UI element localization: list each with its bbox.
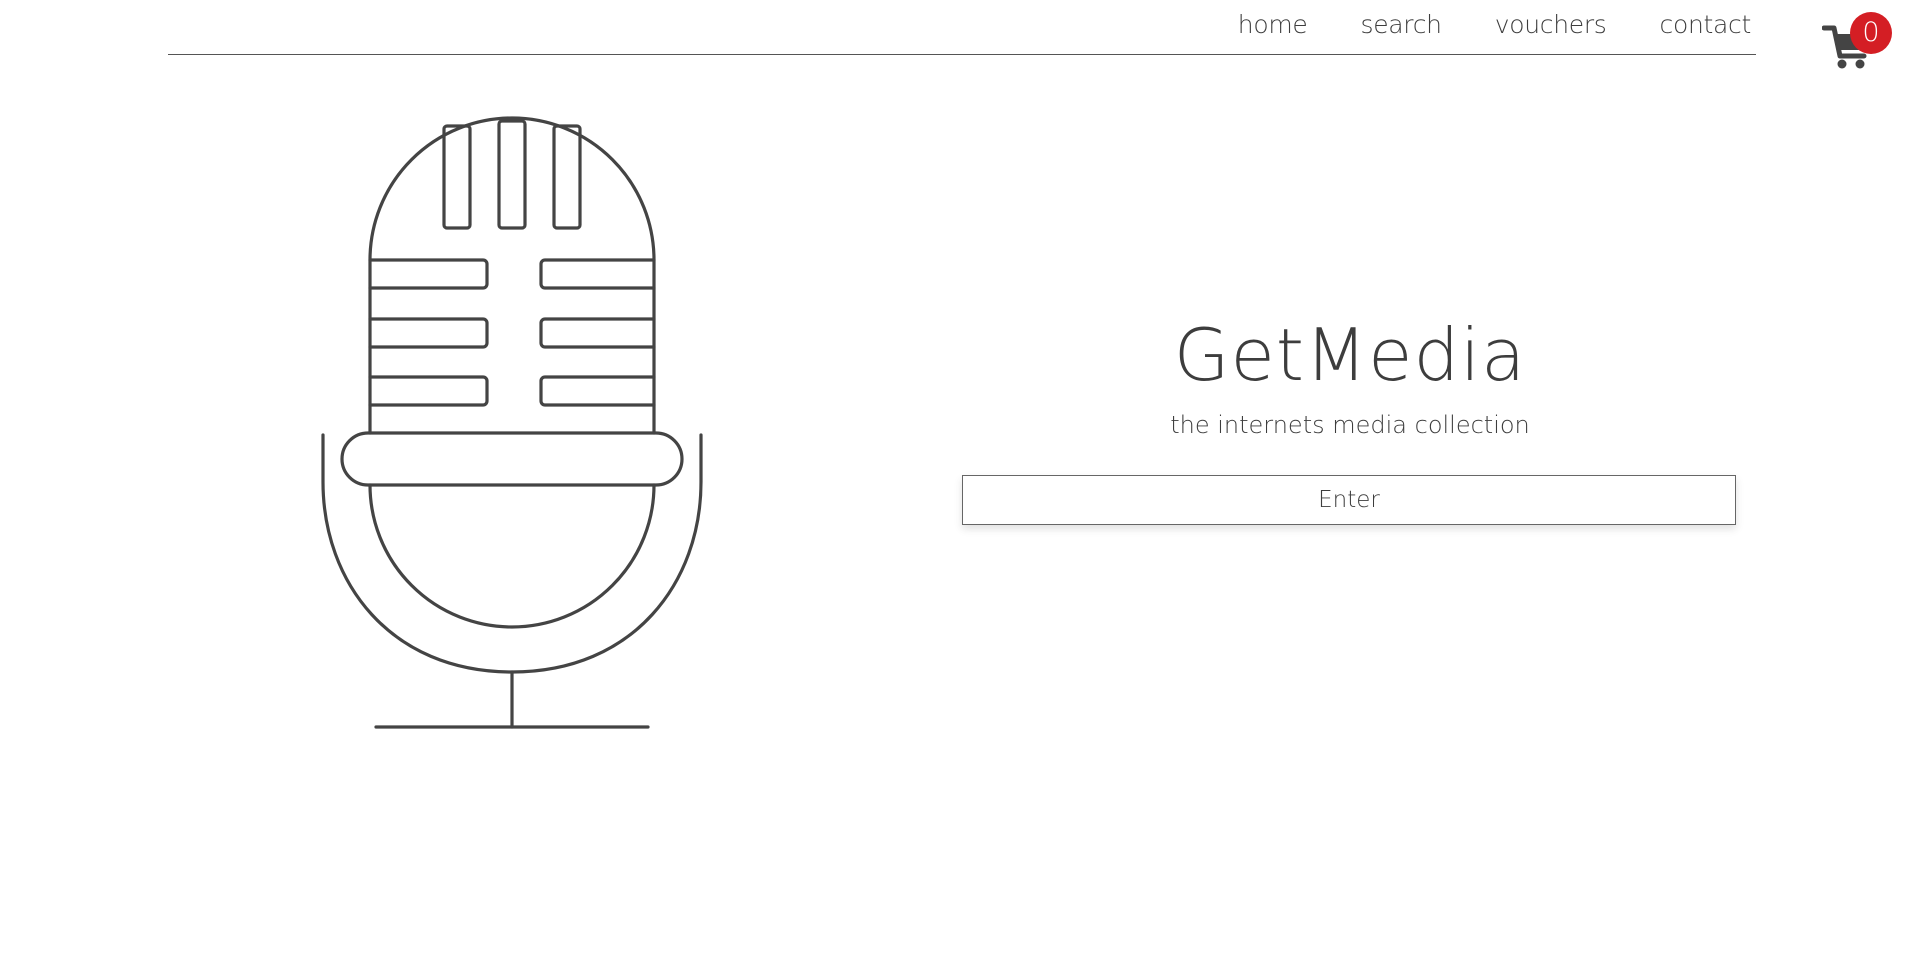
nav-link-vouchers[interactable]: vouchers bbox=[1495, 10, 1607, 39]
nav-link-search[interactable]: search bbox=[1360, 10, 1442, 39]
site-title: GetMedia bbox=[1173, 313, 1527, 397]
page: home search vouchers contact 0 GetMedia … bbox=[0, 0, 1909, 973]
nav-divider bbox=[168, 54, 1756, 55]
hero: GetMedia the internets media collection bbox=[962, 300, 1738, 440]
site-tagline: the internets media collection bbox=[1170, 411, 1530, 439]
cart-count-badge: 0 bbox=[1850, 12, 1892, 54]
cart-button[interactable]: 0 bbox=[1822, 12, 1892, 72]
nav-link-home[interactable]: home bbox=[1238, 10, 1308, 39]
microphone-icon bbox=[321, 116, 703, 729]
enter-button[interactable]: Enter bbox=[962, 475, 1736, 525]
nav-link-contact[interactable]: contact bbox=[1660, 10, 1752, 39]
main-nav: home search vouchers contact bbox=[1238, 0, 1752, 48]
